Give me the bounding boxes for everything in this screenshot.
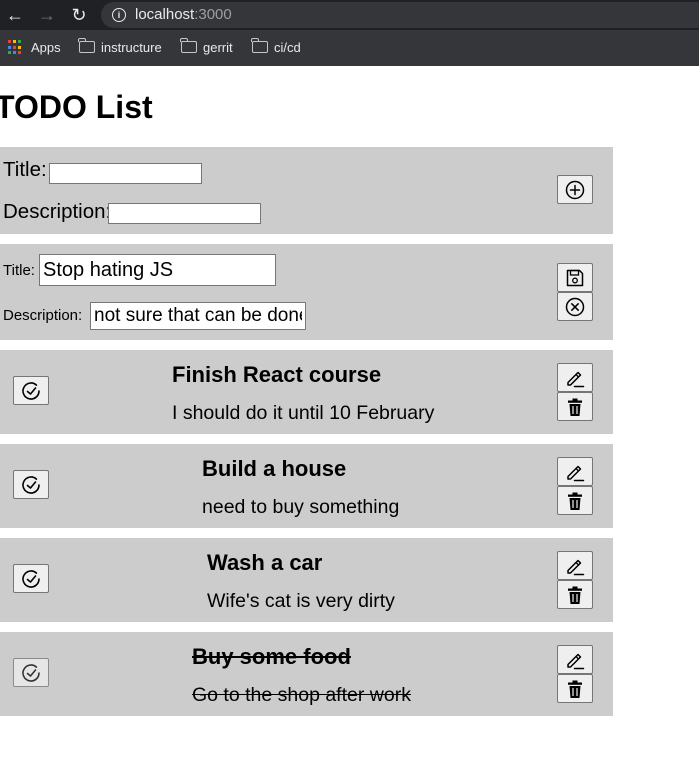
todo-description: Wife's cat is very dirty [207,590,395,612]
bookmark-label: ci/cd [274,40,301,55]
title-label: Title: [3,262,35,279]
apps-grid-icon [8,40,23,55]
todo-title: Build a house [202,456,347,481]
folder-icon [251,38,268,53]
add-button[interactable] [557,175,593,204]
todo-item: Buy some food Go to the shop after work [0,632,613,716]
bookmark-label: Apps [31,40,61,55]
pencil-icon [567,371,585,387]
trash-icon [568,492,582,510]
check-circle-icon [22,663,40,682]
check-circle-icon [22,381,40,400]
delete-button[interactable] [557,486,593,515]
trash-icon [568,398,582,416]
pencil-icon [567,465,585,481]
x-circle-icon [565,297,585,316]
delete-button[interactable] [557,674,593,703]
address-bar[interactable]: i localhost:3000 [101,2,699,28]
delete-button[interactable] [557,392,593,421]
arrow-right-icon[interactable]: → [37,5,57,25]
complete-button[interactable] [13,376,49,405]
todo-title: Finish React course [172,362,382,387]
todo-title: Buy some food [192,644,351,669]
edit-button[interactable] [557,457,593,486]
todo-title: Wash a car [207,550,323,575]
pencil-icon [567,559,585,575]
save-button[interactable] [557,263,593,292]
url-port: :3000 [194,6,232,23]
complete-button[interactable] [13,470,49,499]
description-input[interactable] [108,203,261,224]
add-todo-form: Title: Description: [0,147,613,234]
check-circle-icon [22,475,40,494]
plus-circle-icon [565,180,585,199]
arrow-left-icon[interactable]: ← [5,5,25,25]
description-label: Description: [3,200,112,223]
todo-item: Finish React course I should do it until… [0,350,613,434]
trash-icon [568,586,582,604]
folder-icon [180,38,197,53]
todo-item: Build a house need to buy something [0,444,613,528]
description-label: Description: [3,307,83,324]
bookmarks-bar: Apps instructure gerrit ci/cd [0,30,699,66]
edit-todo-form: Title: Description: [0,244,613,340]
reload-icon[interactable]: ↻ [69,5,89,25]
todo-item: Wash a car Wife's cat is very dirty [0,538,613,622]
bookmark-label: instructure [101,40,162,55]
description-input[interactable] [90,302,306,330]
browser-toolbar: ← → ↻ i localhost:3000 [0,0,699,30]
page-title: TODO List [0,89,153,125]
info-icon[interactable]: i [112,8,126,22]
url-text: localhost:3000 [135,6,232,24]
todo-description: I should do it until 10 February [172,402,435,424]
complete-button[interactable] [13,564,49,593]
edit-button[interactable] [557,363,593,392]
delete-button[interactable] [557,580,593,609]
title-input[interactable] [49,163,202,184]
pencil-icon [567,653,585,669]
complete-button[interactable] [13,658,49,687]
edit-button[interactable] [557,551,593,580]
url-host: localhost [135,6,195,23]
todo-description: Go to the shop after work [192,684,411,706]
edit-button[interactable] [557,645,593,674]
trash-icon [568,680,582,698]
bookmark-label: gerrit [203,40,233,55]
folder-icon [78,38,95,53]
cancel-button[interactable] [557,292,593,321]
title-input[interactable] [39,254,276,286]
floppy-disk-icon [566,269,584,286]
check-circle-icon [22,569,40,588]
todo-description: need to buy something [202,496,400,518]
title-label: Title: [3,158,47,181]
